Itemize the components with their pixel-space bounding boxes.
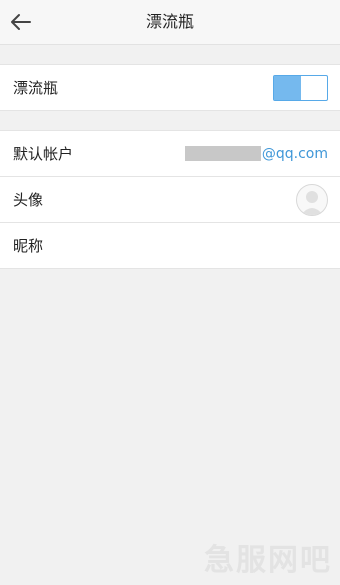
drift-bottle-label: 漂流瓶 <box>13 79 59 97</box>
page-title: 漂流瓶 <box>145 12 194 31</box>
account-settings-group: 默认帐户 @qq.com 头像 昵称 <box>0 130 340 269</box>
toggle-on-indicator <box>274 75 301 100</box>
drift-bottle-toggle[interactable] <box>273 74 328 101</box>
default-account-value: @qq.com <box>184 145 328 162</box>
avatar-label: 头像 <box>13 191 44 209</box>
default-account-row[interactable]: 默认帐户 @qq.com <box>0 131 340 176</box>
default-account-label: 默认帐户 <box>13 145 74 163</box>
nickname-row[interactable]: 昵称 <box>0 222 340 268</box>
top-bar: 漂流瓶 <box>0 0 340 45</box>
watermark: 急服网吧 <box>204 543 332 578</box>
drift-bottle-toggle-row: 漂流瓶 <box>0 65 340 110</box>
user-avatar-icon <box>301 190 323 215</box>
drift-bottle-settings-group: 漂流瓶 <box>0 64 340 111</box>
avatar <box>296 183 328 216</box>
avatar-row[interactable]: 头像 <box>0 176 340 222</box>
nickname-label: 昵称 <box>13 237 44 255</box>
email-domain: @qq.com <box>261 145 328 162</box>
masked-email-prefix <box>184 146 261 161</box>
